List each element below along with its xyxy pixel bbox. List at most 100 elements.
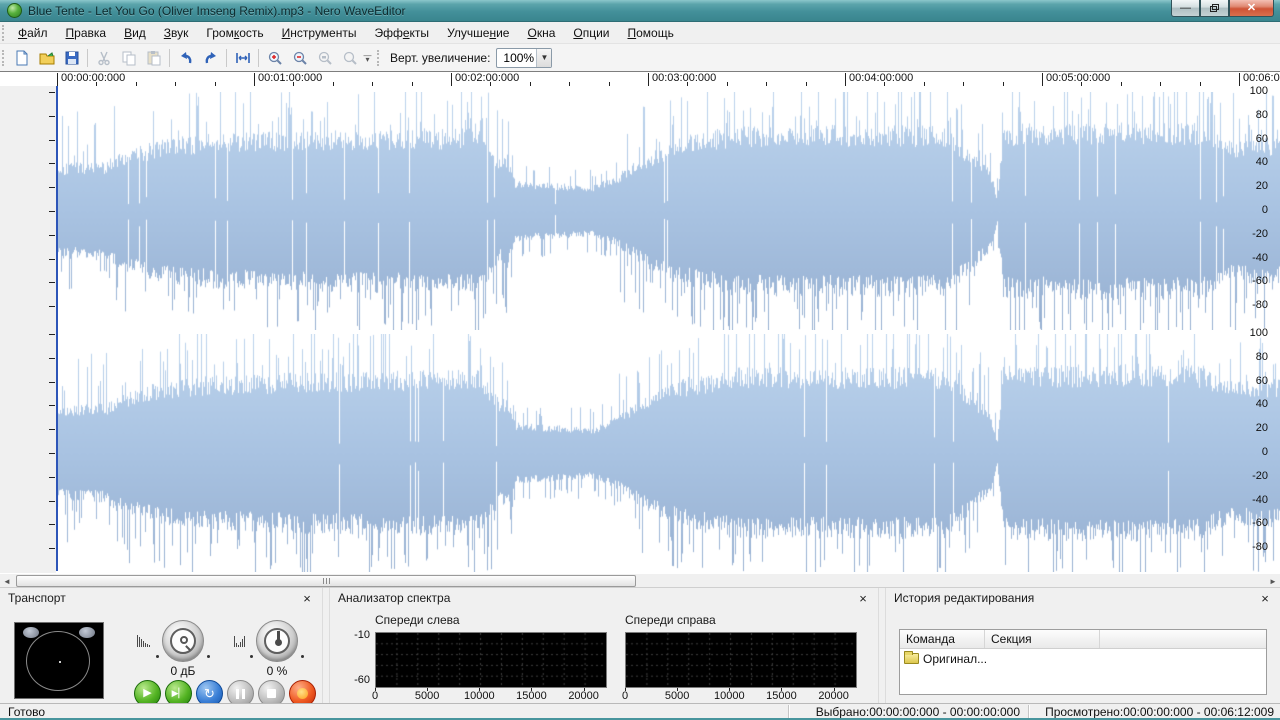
zoom-in-button[interactable]: [263, 47, 286, 69]
toolbar-grip-2: [377, 50, 382, 66]
spectrum-x-label: 10000: [714, 690, 745, 702]
amplitude-scale-label: 20: [1228, 422, 1268, 434]
history-row-original[interactable]: Оригинал...: [900, 649, 1266, 668]
spectrum-display-left: [375, 632, 607, 688]
vertical-zoom-combobox[interactable]: 100% ▼: [496, 48, 552, 68]
toolbar-separator: [87, 49, 88, 67]
amplitude-scale-label: 0: [1228, 204, 1268, 216]
app-icon: [7, 3, 22, 18]
waveform-channel-left: [57, 92, 1280, 330]
menu-item-view[interactable]: Вид: [115, 23, 155, 43]
spectrum-panel-header: Анализатор спектра ×: [330, 588, 878, 608]
time-ruler: 00:00:00:00000:01:00:00000:02:00:00000:0…: [0, 72, 1280, 86]
menu-item-effects[interactable]: Эффекты: [365, 23, 438, 43]
zoom-out-button[interactable]: [288, 47, 311, 69]
spectrum-x-label: 15000: [766, 690, 797, 702]
panel-splitter[interactable]: [322, 588, 330, 703]
vertical-zoom-label: Верт. увеличение:: [390, 51, 490, 65]
pan-knob[interactable]: [256, 620, 298, 662]
menu-item-options[interactable]: Опции: [564, 23, 618, 43]
copy-button: [117, 47, 140, 69]
waveform-area[interactable]: 100806040200-20-40-60-80100806040200-20-…: [0, 86, 1280, 573]
spectrum-x-label: 10000: [464, 690, 495, 702]
pan-meter-icon: [234, 633, 245, 647]
history-column-command[interactable]: Команда: [900, 630, 985, 648]
menu-item-windows[interactable]: Окна: [518, 23, 564, 43]
restore-icon: [1210, 4, 1219, 12]
ruler-time-label: 00:03:00:000: [652, 72, 716, 84]
vectorscope-ring: [26, 631, 90, 691]
volume-knob[interactable]: [162, 620, 204, 662]
history-column-section[interactable]: Секция: [985, 630, 1100, 648]
history-row-label: Оригинал...: [923, 652, 987, 666]
playhead-cursor[interactable]: [56, 86, 58, 571]
menu-item-sound[interactable]: Звук: [155, 23, 198, 43]
amplitude-scale-label: 80: [1228, 109, 1268, 121]
panel-splitter[interactable]: [878, 588, 886, 703]
ruler-time-label: 00:02:00:000: [455, 72, 519, 84]
amplitude-scale-label: -80: [1228, 299, 1268, 311]
ruler-time-label: 00:01:00:000: [258, 72, 322, 84]
scrollbar-thumb[interactable]: [16, 575, 636, 587]
spectrum-close-icon[interactable]: ×: [856, 591, 870, 605]
chevron-down-icon[interactable]: ▼: [536, 49, 551, 67]
menu-item-volume[interactable]: Громкость: [197, 23, 272, 43]
minimize-button[interactable]: —: [1171, 0, 1200, 17]
toolbar-separator: [258, 49, 259, 67]
vertical-zoom-value: 100%: [497, 51, 536, 65]
pause-button[interactable]: [227, 680, 254, 703]
toolbar-overflow-button[interactable]: —▾: [362, 47, 373, 69]
ruler-major-tick: [57, 73, 58, 86]
restore-button[interactable]: [1200, 0, 1229, 17]
save-button[interactable]: [60, 47, 83, 69]
amplitude-scale-label: -20: [1228, 470, 1268, 482]
close-button[interactable]: ✕: [1229, 0, 1274, 17]
vectorscope-blob-right: [79, 627, 95, 638]
toolbar-grip: [2, 50, 7, 66]
ruler-time-label: 00:05:00:000: [1046, 72, 1110, 84]
status-viewed-range: Просмотрено:00:00:00:000 - 00:06:12:009: [1036, 704, 1274, 719]
scroll-left-button[interactable]: ◄: [0, 574, 14, 588]
redo-button[interactable]: [199, 47, 222, 69]
spectrum-y-label: -60: [344, 674, 370, 686]
menu-item-help[interactable]: Помощь: [619, 23, 683, 43]
status-ready: Готово: [8, 704, 45, 719]
transport-panel-title: Транспорт: [8, 591, 300, 605]
ruler-major-tick: [1042, 73, 1043, 86]
vectorscope-blob-left: [23, 627, 39, 638]
menu-item-file[interactable]: Файл: [9, 23, 57, 43]
play-button[interactable]: ▶: [134, 680, 161, 703]
history-close-icon[interactable]: ×: [1258, 591, 1272, 605]
amplitude-scale-label: 100: [1228, 85, 1268, 97]
new-button[interactable]: [10, 47, 33, 69]
spectrum-y-label: -10: [344, 629, 370, 641]
menu-item-tools[interactable]: Инструменты: [273, 23, 366, 43]
toolbar-separator: [169, 49, 170, 67]
ruler-major-tick: [451, 73, 452, 86]
scroll-right-button[interactable]: ►: [1266, 574, 1280, 588]
amplitude-scale-label: 20: [1228, 180, 1268, 192]
transport-close-icon[interactable]: ×: [300, 591, 314, 605]
amplitude-scale-label: 40: [1228, 398, 1268, 410]
menu-items: ФайлПравкаВидЗвукГромкостьИнструментыЭфф…: [9, 23, 683, 43]
loop-button[interactable]: ↻: [196, 680, 223, 703]
play-to-end-button[interactable]: ▶▏: [165, 680, 192, 703]
record-button[interactable]: [289, 680, 316, 703]
vectorscope-center-dot: [59, 661, 61, 663]
amplitude-scale-label: -80: [1228, 541, 1268, 553]
horizontal-scrollbar: ◄ ►: [0, 573, 1280, 587]
folder-icon: [904, 653, 919, 664]
undo-button[interactable]: [174, 47, 197, 69]
fit-width-button[interactable]: [231, 47, 254, 69]
window-title: Blue Tente - Let You Go (Oliver Imseng R…: [28, 4, 1171, 18]
toolbar: —▾ Верт. увеличение: 100% ▼: [0, 44, 1280, 72]
menu-item-edit[interactable]: Правка: [57, 23, 116, 43]
spectrum-x-label: 15000: [516, 690, 547, 702]
open-button[interactable]: [35, 47, 58, 69]
vectorscope-display: [14, 622, 104, 699]
amplitude-scale-gutter: [0, 86, 56, 573]
spectrum-x-label: 0: [622, 690, 628, 702]
menu-item-enhance[interactable]: Улучшение: [438, 23, 518, 43]
stop-button[interactable]: [258, 680, 285, 703]
amplitude-scale-label: -60: [1228, 275, 1268, 287]
